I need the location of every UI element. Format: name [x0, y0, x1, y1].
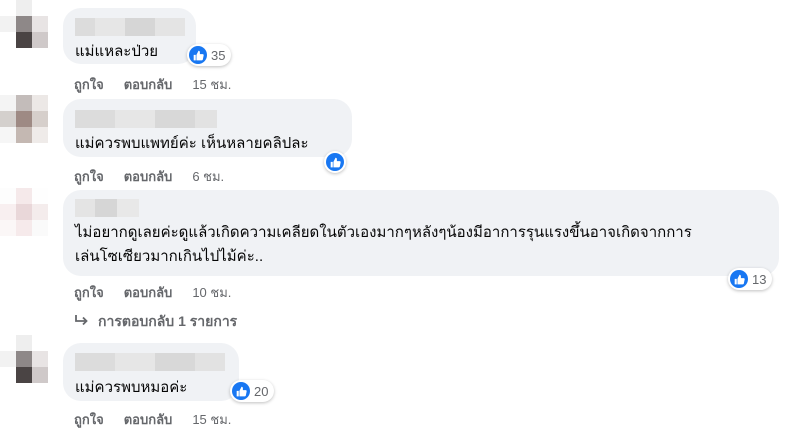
reaction-count[interactable]: 20	[230, 380, 275, 402]
avatar[interactable]	[0, 188, 48, 236]
timestamp[interactable]: 10 ชม.	[192, 282, 231, 303]
author-name-blurred[interactable]	[75, 199, 139, 217]
comment-actions: ถูกใจ ตอบกลับ 6 ชม.	[74, 166, 244, 187]
comment-text: แม่แหละป่วย	[75, 43, 159, 60]
like-link[interactable]: ถูกใจ	[74, 74, 104, 95]
author-name-blurred[interactable]	[75, 353, 225, 371]
comment-bubble: แม่ควรพบหมอค่ะ	[63, 343, 239, 401]
thumbs-up-icon	[232, 382, 250, 400]
reply-link[interactable]: ตอบกลับ	[124, 166, 173, 187]
reply-link[interactable]: ตอบกลับ	[124, 409, 173, 430]
reply-arrow-icon	[74, 314, 90, 331]
comment-bubble: ไม่อยากดูเลยค่ะดูแล้วเกิดความเคลียดในตัว…	[63, 190, 779, 276]
like-link[interactable]: ถูกใจ	[74, 166, 104, 187]
comment-text-line-2: เล่นโซเซียวมากเกินไปไม้ค่ะ..	[75, 248, 264, 265]
reaction-number: 20	[254, 383, 269, 399]
comment-actions: ถูกใจ ตอบกลับ 15 ชม.	[74, 74, 251, 95]
thumbs-up-icon	[730, 270, 748, 288]
comment-bubble: แม่ควรพบแพทย์ค่ะ เห็นหลายคลิปละ	[63, 99, 352, 157]
author-name-blurred[interactable]	[75, 110, 217, 128]
like-link[interactable]: ถูกใจ	[74, 282, 104, 303]
avatar[interactable]	[0, 335, 48, 383]
comment-actions: ถูกใจ ตอบกลับ 10 ชม.	[74, 282, 251, 303]
avatar[interactable]	[0, 95, 48, 143]
timestamp[interactable]: 6 ชม.	[192, 166, 224, 187]
timestamp[interactable]: 15 ชม.	[192, 409, 231, 430]
avatar[interactable]	[0, 0, 48, 48]
reaction-number: 13	[752, 271, 767, 287]
reply-link[interactable]: ตอบกลับ	[124, 74, 173, 95]
thumbs-up-icon	[189, 46, 207, 64]
comment-text: แม่ควรพบแพทย์ค่ะ เห็นหลายคลิปละ	[75, 135, 309, 152]
reaction-number: 35	[211, 47, 226, 63]
comment-actions: ถูกใจ ตอบกลับ 15 ชม.	[74, 409, 251, 430]
replies-label: การตอบกลับ 1 รายการ	[98, 313, 238, 329]
reply-link[interactable]: ตอบกลับ	[124, 282, 173, 303]
reaction-count[interactable]: 35	[187, 44, 232, 66]
author-name-blurred[interactable]	[75, 18, 185, 36]
timestamp[interactable]: 15 ชม.	[192, 74, 231, 95]
reaction-count[interactable]: 13	[728, 268, 773, 290]
reaction-count[interactable]	[324, 151, 346, 173]
comment-text: แม่ควรพบหมอค่ะ	[75, 379, 188, 396]
like-link[interactable]: ถูกใจ	[74, 409, 104, 430]
thumbs-up-icon	[326, 153, 344, 171]
comment-text-line-1: ไม่อยากดูเลยค่ะดูแล้วเกิดความเคลียดในตัว…	[75, 224, 692, 241]
view-replies-link[interactable]: การตอบกลับ 1 รายการ	[74, 311, 237, 333]
comment-bubble: แม่แหละป่วย	[63, 8, 196, 64]
